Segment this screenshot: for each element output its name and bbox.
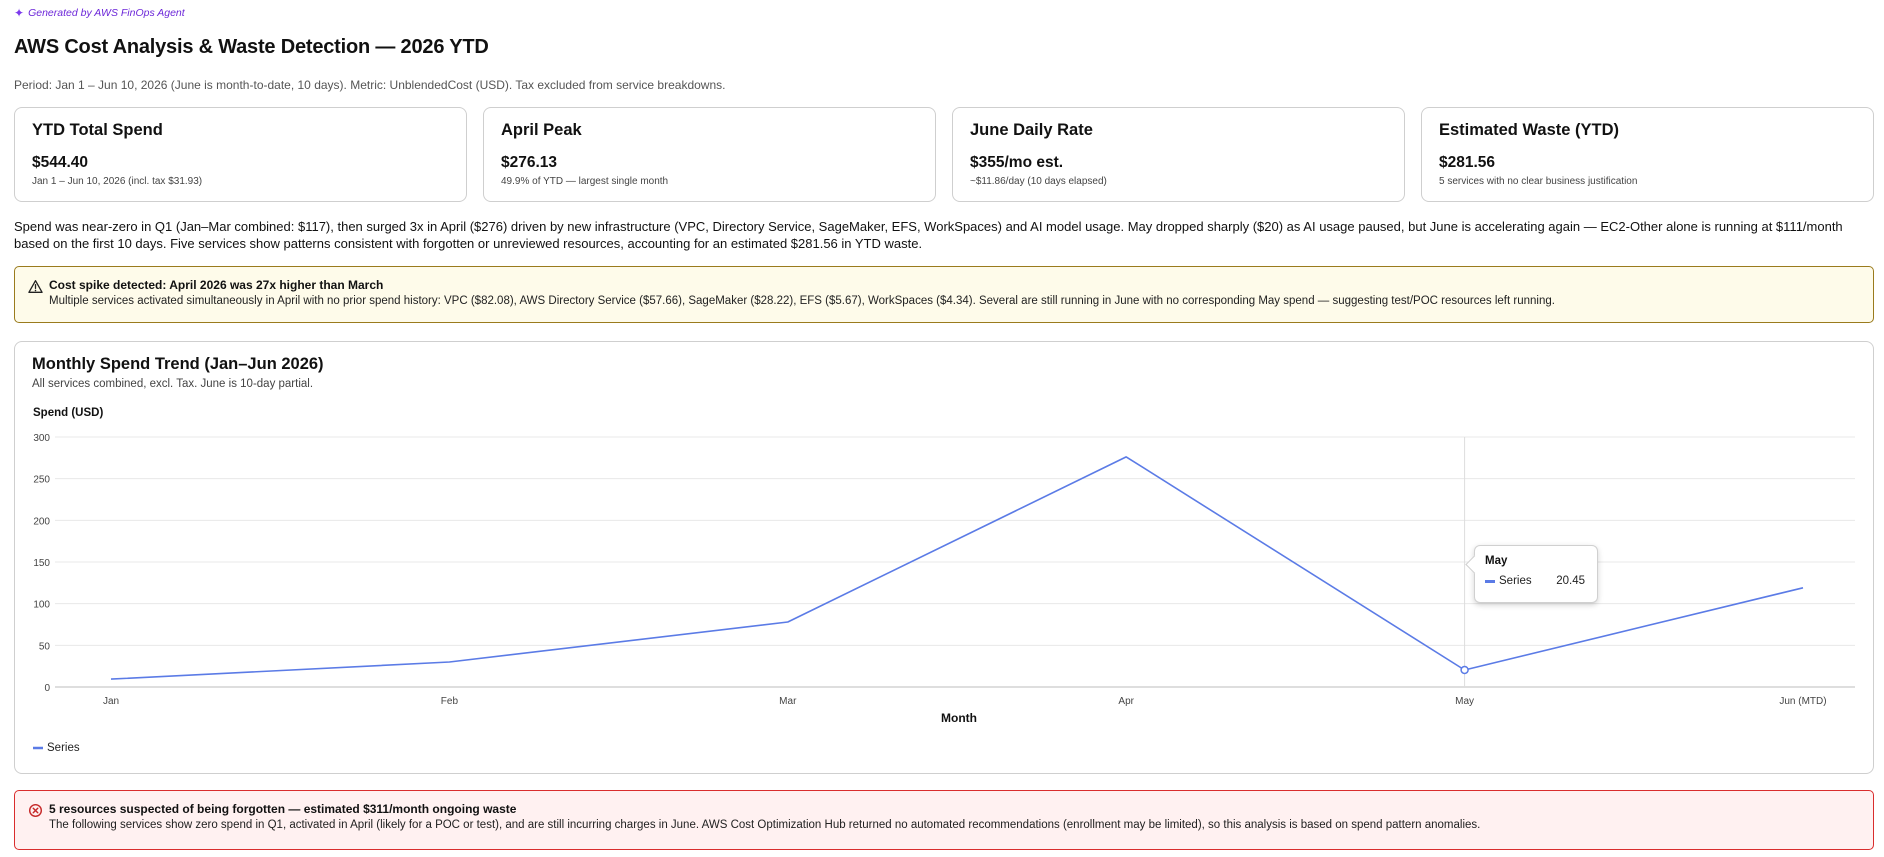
line-chart[interactable]: Spend (USD) 0 50 100 150 200 250 300 Jan Feb Mar Ap… [0,0,1884,857]
error-circle-icon [28,803,43,818]
tooltip-value: 20.45 [1556,575,1585,587]
x-tick-label: Jan [103,696,119,707]
alert-body: The following services show zero spend i… [49,819,1481,831]
y-tick-label: 100 [33,600,50,611]
tooltip-series-name: Series [1499,575,1532,587]
y-tick-label: 150 [33,558,50,569]
x-tick-label: Jun (MTD) [1779,696,1826,707]
y-tick-label: 250 [33,475,50,486]
y-axis-label: Spend (USD) [33,407,103,419]
highlighted-data-point [1460,665,1469,675]
y-tick-label: 300 [33,433,50,444]
x-axis-label: Month [941,711,977,725]
x-tick-label: Mar [779,696,797,707]
tooltip-category: May [1485,555,1508,567]
tooltip-series-swatch [1485,579,1495,583]
alert-title: 5 resources suspected of being forgotten… [49,802,517,816]
y-tick-label: 200 [33,516,50,527]
x-tick-label: Apr [1118,696,1134,707]
x-tick-label: Feb [441,696,459,707]
chart-tooltip: May Series 20.45 [1474,545,1598,603]
legend-label: Series [47,742,80,754]
tooltip-row: Series 20.45 [1485,575,1587,587]
y-tick-label: 50 [39,641,51,652]
y-tick-label: 0 [44,683,50,694]
x-tick-label: May [1455,696,1474,707]
forgotten-resources-alert: 5 resources suspected of being forgotten… [14,790,1874,850]
